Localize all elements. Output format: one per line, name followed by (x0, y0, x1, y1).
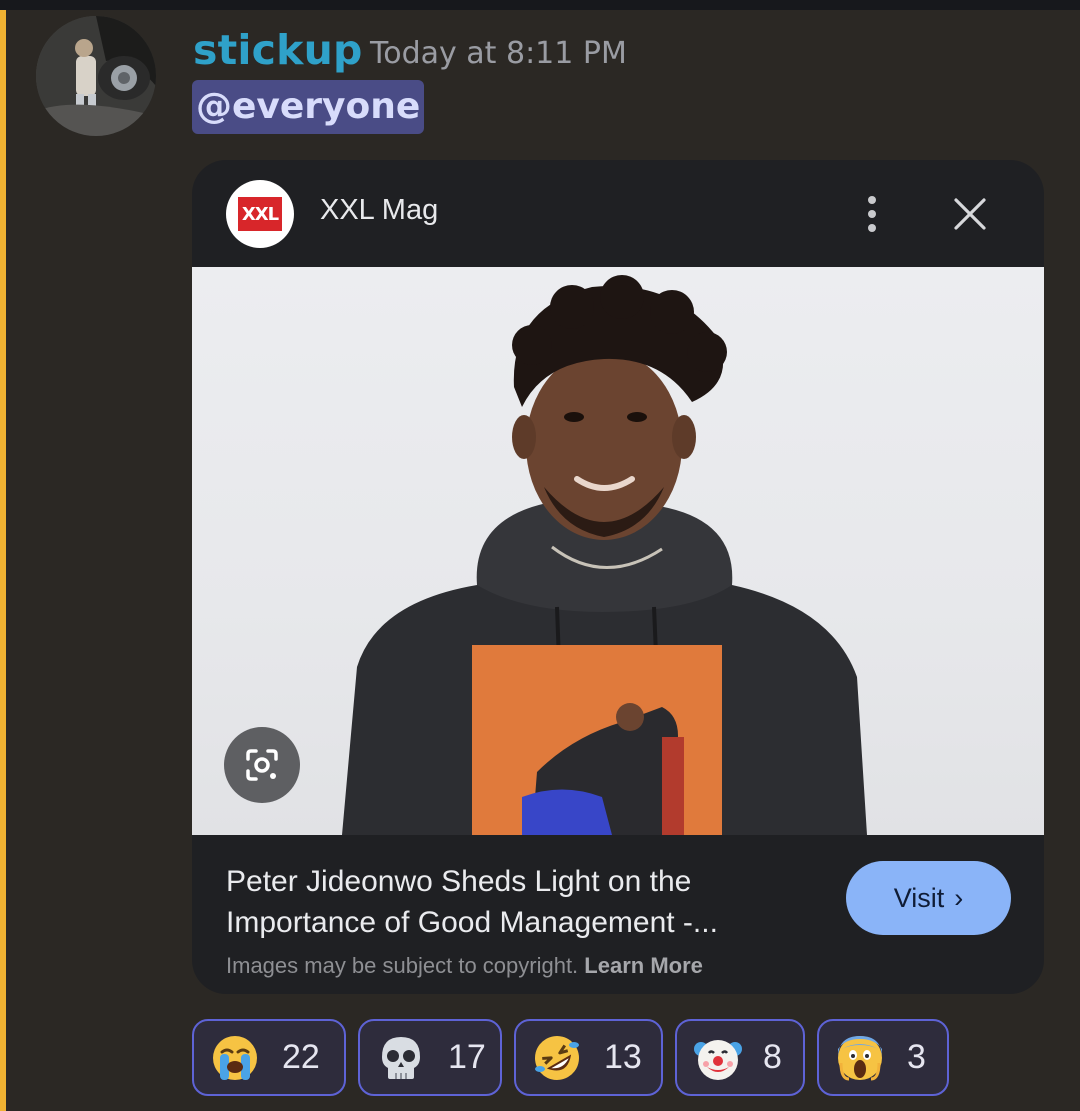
link-preview-card: XXL XXL Mag Peter Jideonwo Sheds Light o… (192, 160, 1044, 994)
message-timestamp: Today at 8:11 PM (370, 36, 627, 71)
source-name: XXL Mag (320, 194, 439, 226)
top-bar (0, 0, 1080, 10)
article-image[interactable] (192, 267, 1044, 835)
xxl-logo-badge: XXL (238, 197, 282, 231)
copyright-notice: Images may be subject to copyright. Lear… (226, 953, 703, 979)
loudly-crying-face-icon (213, 1036, 257, 1080)
visit-button[interactable]: Visit › (846, 861, 1011, 935)
reaction-count: 13 (604, 1038, 642, 1076)
learn-more-link[interactable]: Learn More (584, 953, 703, 978)
close-icon[interactable] (950, 194, 990, 234)
skull-icon (382, 1037, 420, 1079)
reaction-rofl[interactable]: 13 (514, 1019, 663, 1096)
reaction-count: 22 (282, 1038, 320, 1076)
reaction-count: 17 (448, 1038, 486, 1076)
copyright-text: Images may be subject to copyright. (226, 953, 579, 978)
visit-label: Visit (893, 882, 945, 913)
rolling-on-floor-laughing-icon (535, 1036, 579, 1080)
reaction-screaming[interactable]: 3 (817, 1019, 949, 1096)
avatar-image (36, 16, 156, 136)
mention-highlight-bar (0, 10, 6, 1111)
article-photo (342, 275, 867, 835)
reaction-clown[interactable]: 8 (675, 1019, 805, 1096)
reaction-loudly-crying[interactable]: 22 (192, 1019, 346, 1096)
card-footer: Peter Jideonwo Sheds Light on the Import… (192, 835, 1044, 994)
clown-face-icon (694, 1040, 742, 1080)
card-header: XXL XXL Mag (192, 160, 1044, 267)
reaction-count: 8 (763, 1038, 782, 1076)
chevron-right-icon: › (954, 882, 964, 913)
article-title[interactable]: Peter Jideonwo Sheds Light on the Import… (226, 861, 816, 943)
avatar[interactable] (36, 16, 156, 136)
xxl-logo: XXL (226, 180, 294, 248)
everyone-mention[interactable]: @everyone (192, 80, 425, 134)
username[interactable]: stickup (193, 26, 363, 74)
more-vert-icon[interactable] (852, 190, 892, 240)
google-lens-icon[interactable] (224, 727, 300, 803)
reaction-count: 3 (907, 1038, 926, 1076)
face-screaming-in-fear-icon (838, 1036, 882, 1081)
reaction-skull[interactable]: 17 (358, 1019, 502, 1096)
